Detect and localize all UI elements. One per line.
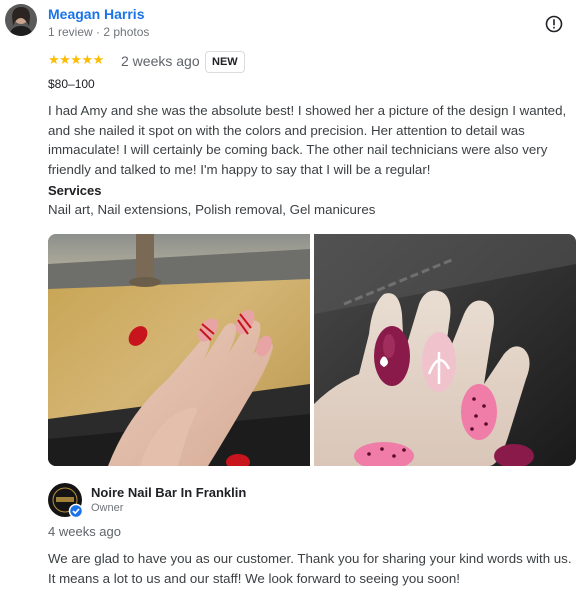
review-photo-1[interactable] xyxy=(48,234,310,466)
reviewer-avatar[interactable] xyxy=(5,4,37,36)
review-photo-2[interactable] xyxy=(314,234,576,466)
owner-response-date: 4 weeks ago xyxy=(48,524,121,539)
reviewer-name[interactable]: Meagan Harris xyxy=(48,6,144,22)
services-title: Services xyxy=(48,183,102,198)
report-icon[interactable] xyxy=(545,15,563,33)
owner-name: Noire Nail Bar In Franklin xyxy=(91,485,247,500)
verified-badge-icon xyxy=(68,503,84,519)
review-date: 2 weeks ago xyxy=(121,53,200,69)
owner-avatar[interactable] xyxy=(48,483,84,519)
reviewer-meta: 1 review · 2 photos xyxy=(48,25,150,39)
price-range: $80–100 xyxy=(48,77,95,91)
review-text: I had Amy and she was the absolute best!… xyxy=(48,103,567,177)
services-list: Nail art, Nail extensions, Polish remova… xyxy=(48,202,376,217)
new-badge: NEW xyxy=(205,51,245,73)
star-rating: ★★★★★ xyxy=(48,52,104,67)
owner-role: Owner xyxy=(91,502,124,514)
owner-response-text: We are glad to have you as our customer.… xyxy=(48,551,572,586)
